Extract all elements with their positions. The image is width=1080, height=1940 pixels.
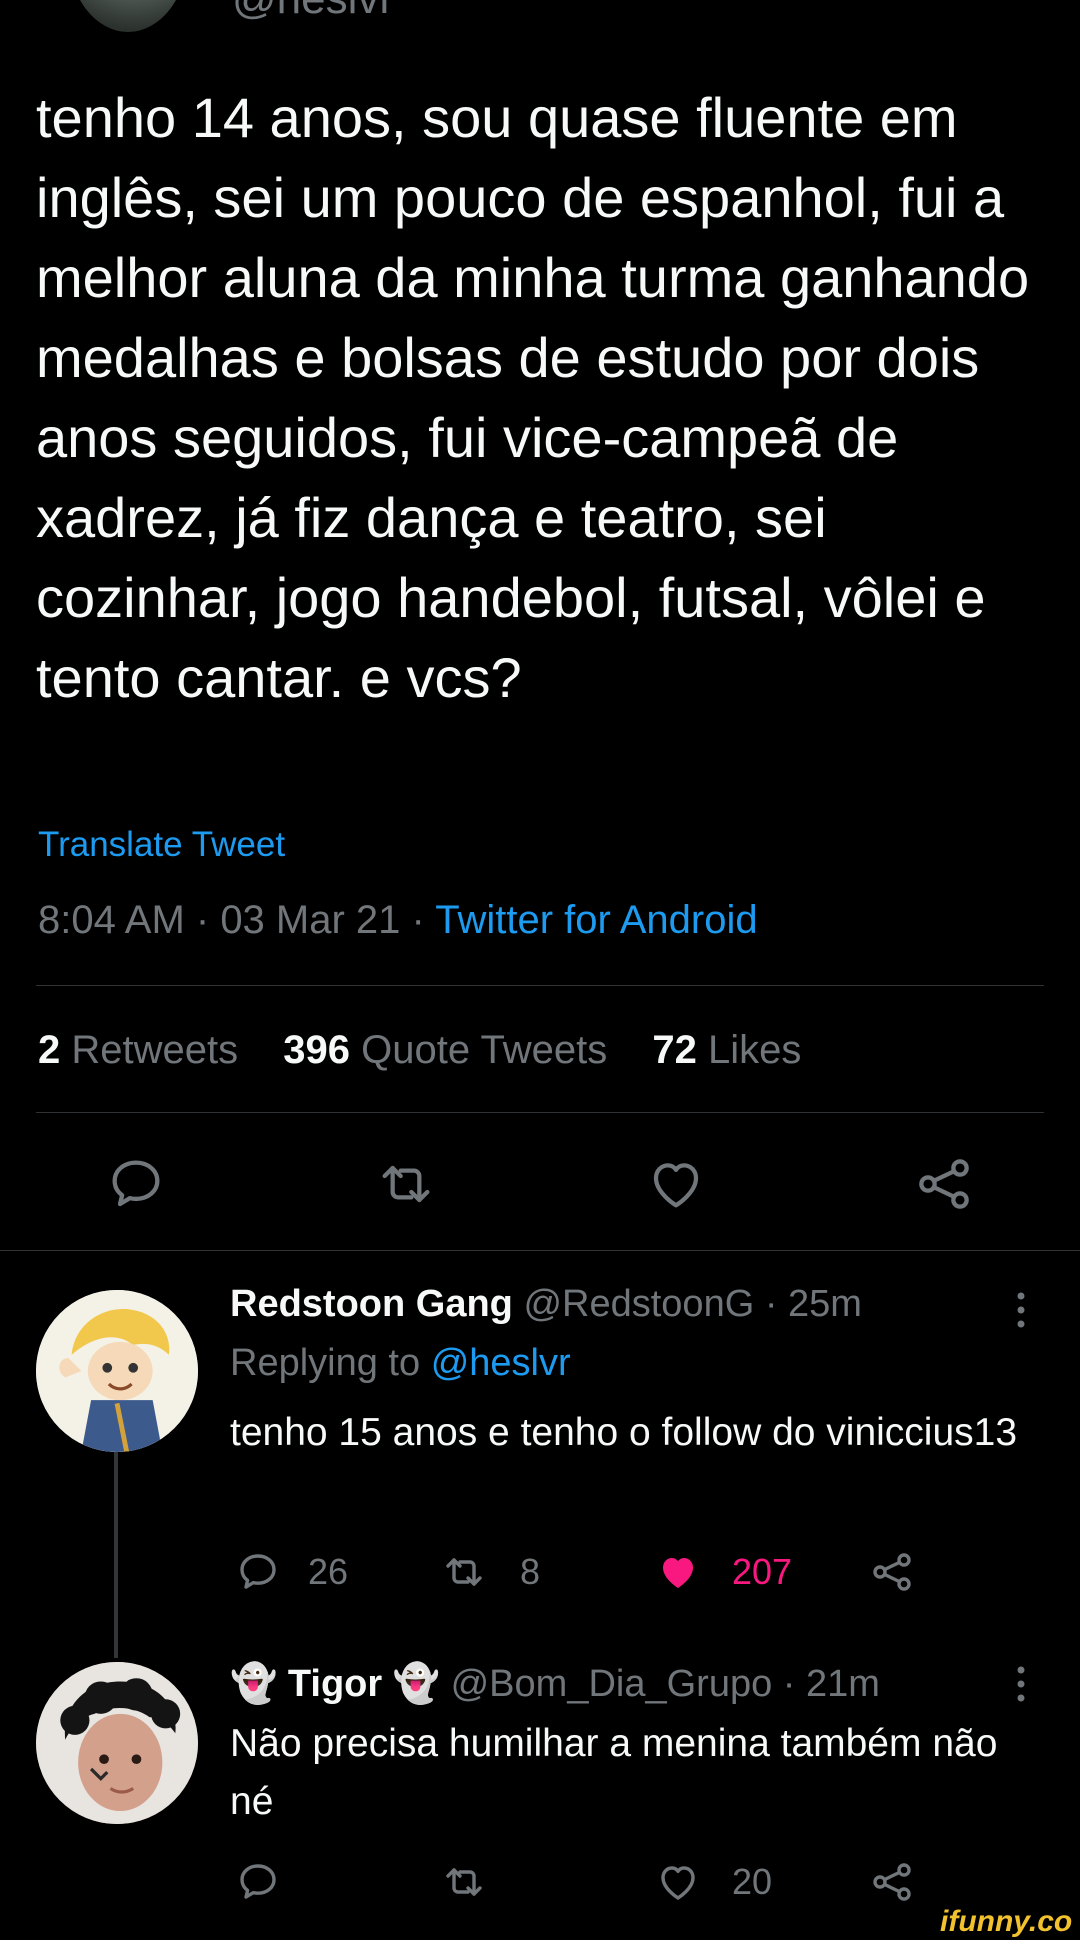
reply-author-name[interactable]: Redstoon Gang [230,1283,513,1325]
reply-time: · 21m [782,1663,880,1705]
reply-avatar[interactable] [36,1662,198,1824]
reply-author-name[interactable]: 👻 Tigor 👻 [230,1663,440,1705]
retweets-count: 2 [38,1028,61,1072]
tweet-time: 8:04 AM [38,898,185,942]
divider [36,985,1044,986]
quotes-stat[interactable]: 396 Quote Tweets [283,1028,607,1072]
likes-label: Likes [707,1028,802,1072]
meta-separator: · [400,898,436,942]
watermark-logo: ifunny.co [940,1905,1073,1938]
section-divider [0,1250,1080,1251]
retweets-label: Retweets [71,1028,239,1072]
like-icon-filled[interactable] [654,1548,702,1596]
reply-avatar[interactable] [36,1290,198,1452]
replying-to-mention[interactable]: @heslvr [431,1342,571,1384]
divider [36,1112,1044,1113]
retweet-icon[interactable] [374,1152,438,1216]
translate-tweet-link[interactable]: Translate Tweet [38,825,285,865]
retweet-icon[interactable] [440,1548,488,1596]
like-icon[interactable] [654,1858,702,1906]
tweet-text: tenho 14 anos, sou quase fluente em ingl… [36,86,1030,709]
reply-icon[interactable] [234,1548,282,1596]
reply-author-handle[interactable]: @RedstoonG [523,1283,754,1325]
quotes-label: Quote Tweets [361,1028,608,1072]
meta-separator: · [184,898,221,942]
photo-avatar-image [36,1662,198,1824]
reply-count: 26 [308,1551,349,1592]
thread-line [114,1452,118,1658]
quotes-count: 396 [283,1028,350,1072]
tweet-date: 03 Mar 21 [220,898,401,942]
reply-header: Redstoon Gang @RedstoonG · 25m [230,1283,862,1326]
share-icon[interactable] [868,1858,916,1906]
tweet-meta: 8:04 AM · 03 Mar 21 · Twitter for Androi… [38,898,758,943]
share-icon[interactable] [868,1548,916,1596]
reply-header: 👻 Tigor 👻 @Bom_Dia_Grupo · 21m [230,1662,880,1706]
like-count: 20 [732,1861,773,1902]
more-options-icon[interactable] [1014,1290,1028,1330]
reply-author-handle[interactable]: @Bom_Dia_Grupo [451,1663,773,1705]
reply-icon[interactable] [104,1152,168,1216]
author-handle[interactable]: @heslvr [232,0,394,24]
reply-time: · 25m [764,1283,862,1325]
reply-text: tenho 15 anos e tenho o follow do vinicc… [230,1411,1018,1454]
reply-icon[interactable] [234,1858,282,1906]
retweet-icon[interactable] [440,1858,488,1906]
cartoon-avatar-image [36,1290,198,1452]
like-icon[interactable] [644,1152,708,1216]
share-icon[interactable] [912,1152,976,1216]
retweets-stat[interactable]: 2 Retweets [38,1028,238,1072]
author-avatar[interactable] [68,0,188,32]
like-count: 207 [732,1551,793,1592]
tweet-stats: 2 Retweets 396 Quote Tweets 72 Likes [38,1028,835,1073]
retweet-count: 8 [520,1551,541,1592]
reply-text: Não precisa humilhar a menina também não… [230,1722,998,1823]
replying-to-label: Replying to [230,1342,421,1384]
likes-count: 72 [652,1028,697,1072]
more-options-icon[interactable] [1014,1664,1028,1704]
likes-stat[interactable]: 72 Likes [652,1028,801,1072]
replying-to: Replying to @heslvr [230,1342,571,1385]
tweet-source-link[interactable]: Twitter for Android [435,898,757,942]
